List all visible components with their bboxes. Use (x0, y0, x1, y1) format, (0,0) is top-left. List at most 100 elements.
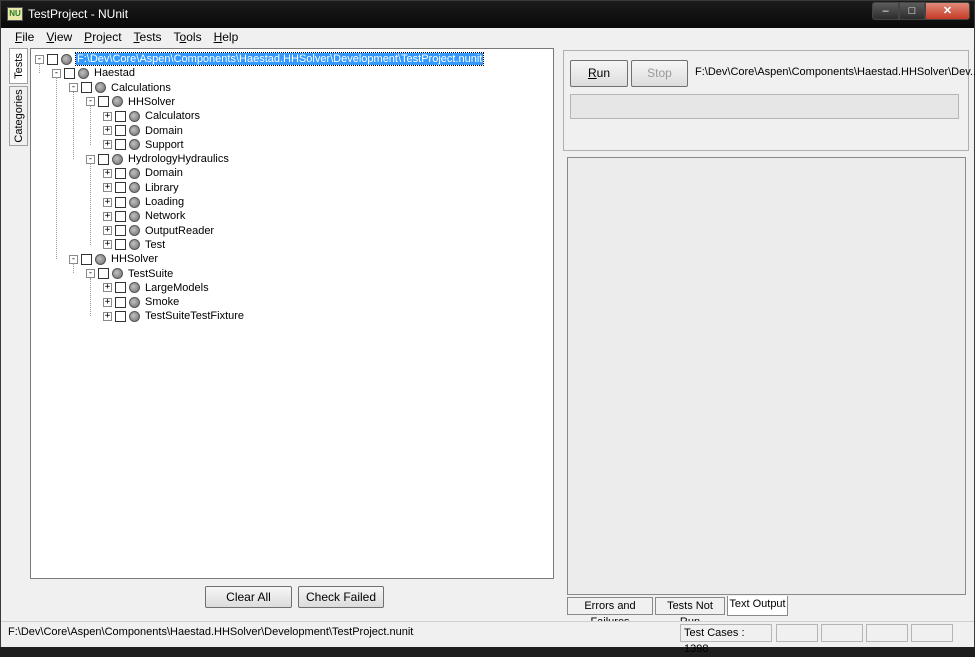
tab-categories-label: Categories (12, 89, 25, 143)
tree-node-checkbox[interactable] (115, 167, 126, 179)
stop-button[interactable]: Stop (631, 60, 688, 87)
title-bar: NU TestProject - NUnit – □ ✕ (1, 1, 974, 28)
tree-node-label[interactable]: TestSuiteTestFixture (144, 310, 245, 322)
tree-node[interactable]: + Support (103, 138, 185, 152)
tree-node-label[interactable]: Calculators (144, 110, 201, 122)
tree-node-checkbox[interactable] (115, 225, 126, 237)
check-failed-button[interactable]: Check Failed (298, 586, 384, 608)
tree-node-checkbox[interactable] (115, 125, 126, 136)
tree-node[interactable]: - F:\Dev\Core\Aspen\Components\Haestad.HH… (35, 52, 485, 66)
tree-node-checkbox[interactable] (115, 196, 126, 208)
tree-node[interactable]: + Test (103, 238, 166, 252)
tree-node[interactable]: - TestSuite (86, 267, 174, 281)
expand-icon[interactable]: + (103, 283, 112, 293)
tree-node-checkbox[interactable] (115, 210, 126, 222)
tree-node-label[interactable]: LargeModels (144, 282, 210, 294)
menu-help[interactable]: Help (208, 28, 245, 46)
tab-tests-not-run[interactable]: Tests Not Run (655, 597, 725, 628)
tree-node-label[interactable]: OutputReader (144, 225, 215, 237)
tree-node-label[interactable]: Test (144, 239, 166, 251)
tree-node[interactable]: + LargeModels (103, 281, 210, 295)
tree-node-checkbox[interactable] (64, 67, 75, 79)
test-status-icon (129, 182, 140, 194)
menu-tools[interactable]: Tools (168, 28, 208, 46)
expand-icon[interactable]: + (103, 311, 112, 321)
tree-node-label[interactable]: Domain (144, 125, 184, 137)
tree-node-checkbox[interactable] (98, 268, 109, 279)
close-button[interactable]: ✕ (925, 2, 970, 20)
tree-node-label[interactable]: Library (144, 182, 180, 194)
tree-node[interactable]: - Calculations (69, 81, 172, 95)
tree-node-checkbox[interactable] (47, 53, 58, 65)
expand-icon[interactable]: + (103, 111, 112, 121)
tree-node-label[interactable]: F:\Dev\Core\Aspen\Components\Haestad.HHS… (74, 52, 485, 66)
tree-node[interactable]: + Calculators (103, 109, 201, 123)
tree-node-checkbox[interactable] (81, 253, 92, 265)
tree-node-checkbox[interactable] (115, 182, 126, 194)
menu-file[interactable]: File (9, 28, 40, 46)
tree-node[interactable]: + Domain (103, 124, 184, 138)
tree-node[interactable]: + TestSuiteTestFixture (103, 309, 245, 323)
test-status-icon (61, 53, 72, 65)
expand-icon[interactable]: + (103, 126, 112, 135)
tree-node[interactable]: + Smoke (103, 295, 180, 309)
tree-node-checkbox[interactable] (98, 153, 109, 165)
tree-node-label[interactable]: Haestad (93, 67, 136, 79)
tree-node-checkbox[interactable] (81, 82, 92, 94)
menu-tests[interactable]: Tests (128, 28, 168, 46)
tree-node[interactable]: - HHSolver (86, 95, 176, 109)
tree-node-checkbox[interactable] (115, 110, 126, 122)
tree-node-label[interactable]: Domain (144, 167, 184, 179)
tree-node-label[interactable]: Loading (144, 196, 185, 208)
tree-node-checkbox[interactable] (115, 296, 126, 308)
tree-node[interactable]: + Domain (103, 166, 184, 180)
tab-categories[interactable]: Categories (9, 86, 28, 146)
tree-node-label[interactable]: Support (144, 139, 185, 151)
expand-icon[interactable]: + (103, 240, 112, 250)
expand-icon[interactable]: + (103, 140, 112, 150)
minimize-button[interactable]: – (872, 2, 899, 20)
status-cell-empty-4 (911, 624, 953, 642)
clear-all-button[interactable]: Clear All (205, 586, 292, 608)
test-tree[interactable]: - F:\Dev\Core\Aspen\Components\Haestad.HH… (30, 48, 554, 579)
tree-node-label[interactable]: Calculations (110, 82, 172, 94)
tree-node[interactable]: - HHSolver (69, 252, 159, 266)
run-accel: R (587, 66, 597, 80)
tree-node-label[interactable]: Smoke (144, 296, 180, 308)
tree-node-label[interactable]: Network (144, 210, 186, 222)
tree-node-label[interactable]: TestSuite (127, 268, 174, 280)
test-status-icon (95, 82, 106, 94)
tree-node[interactable]: + OutputReader (103, 224, 215, 238)
tree-node-checkbox[interactable] (115, 139, 126, 151)
tree-node[interactable]: + Library (103, 181, 180, 195)
tab-tests-label: Tests (12, 53, 25, 79)
tree-node[interactable]: - HydrologyHydraulics (86, 152, 230, 166)
menu-view[interactable]: View (40, 28, 78, 46)
expand-icon[interactable]: + (103, 197, 112, 207)
tree-node-checkbox[interactable] (115, 310, 126, 322)
run-button[interactable]: Run (570, 60, 628, 87)
test-status-icon (129, 139, 140, 151)
tree-node-checkbox[interactable] (98, 96, 109, 108)
tree-node-label[interactable]: HHSolver (127, 96, 176, 108)
expand-icon[interactable]: + (103, 297, 112, 307)
tab-tests[interactable]: Tests (9, 48, 28, 84)
tree-node-checkbox[interactable] (115, 239, 126, 251)
tree-node[interactable]: - Haestad (52, 66, 136, 80)
tree-node-checkbox[interactable] (115, 282, 126, 294)
tree-node-label[interactable]: HHSolver (110, 253, 159, 265)
text-output-panel[interactable] (567, 157, 966, 595)
menu-project[interactable]: Project (78, 28, 127, 46)
tab-errors-and-failures[interactable]: Errors and Failures (567, 597, 653, 628)
test-status-icon (129, 225, 140, 237)
tree-node[interactable]: + Network (103, 209, 186, 223)
expand-icon[interactable]: + (103, 168, 112, 178)
expand-icon[interactable]: + (103, 183, 112, 193)
expand-icon[interactable]: + (103, 211, 112, 221)
tree-node-label[interactable]: HydrologyHydraulics (127, 153, 230, 165)
maximize-button[interactable]: □ (899, 2, 925, 20)
tab-text-output[interactable]: Text Output (727, 596, 788, 616)
expand-icon[interactable]: + (103, 226, 112, 236)
tree-node[interactable]: + Loading (103, 195, 185, 209)
test-status-icon (112, 153, 123, 165)
